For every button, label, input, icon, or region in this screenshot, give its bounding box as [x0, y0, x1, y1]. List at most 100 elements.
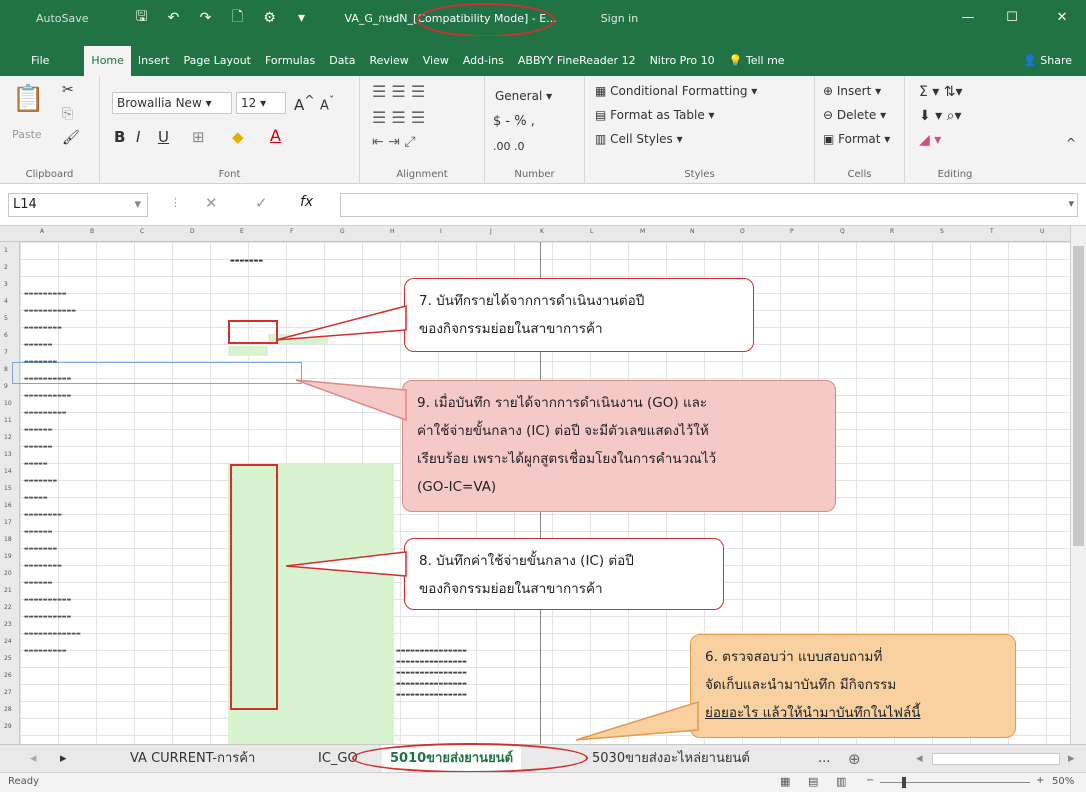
collapse-ribbon-icon[interactable]: ^ — [1066, 136, 1076, 150]
row-header[interactable]: 25 — [4, 655, 12, 662]
row-header[interactable]: 17 — [4, 519, 12, 526]
delete-cells-button[interactable]: ⊖ Delete ▾ — [823, 108, 886, 122]
number-format-select[interactable]: General ▾ — [491, 86, 579, 108]
confirm-formula-icon[interactable]: ✓ — [255, 194, 268, 212]
align-left-icon[interactable]: ☰ ☰ ☰ — [372, 108, 425, 127]
row-header[interactable]: 14 — [4, 468, 12, 475]
undo-icon[interactable]: ↶ — [161, 10, 187, 26]
decrease-font-icon[interactable]: Aˇ — [320, 94, 334, 113]
row-header[interactable]: 26 — [4, 672, 12, 679]
sheet-tab-va-current[interactable]: VA CURRENT-การค้า — [130, 745, 255, 773]
row-header[interactable]: 13 — [4, 451, 12, 458]
qat-dropdown-icon[interactable]: ▾ — [289, 10, 315, 26]
vertical-scrollbar[interactable] — [1070, 226, 1086, 744]
row-header[interactable]: 19 — [4, 553, 12, 560]
row-header[interactable]: 2 — [4, 264, 8, 271]
maximize-icon[interactable]: ☐ — [990, 0, 1034, 36]
percent-icon[interactable]: $ - % , — [493, 114, 535, 129]
cut-icon[interactable]: ✂ — [62, 82, 74, 98]
name-box[interactable]: L14 ▾ — [8, 193, 148, 217]
share-button[interactable]: 👤 Share — [1023, 46, 1072, 76]
font-name-select[interactable]: Browallia New ▾ — [112, 92, 232, 114]
zoom-level[interactable]: 50% — [1052, 776, 1074, 787]
tab-home[interactable]: Home — [84, 46, 131, 76]
indent-icon[interactable]: ⇤ ⇥ ⤢ — [372, 134, 416, 150]
column-header[interactable]: P — [790, 228, 794, 235]
column-header[interactable]: C — [140, 228, 144, 235]
tab-view[interactable]: View — [416, 46, 456, 76]
column-header[interactable]: S — [940, 228, 944, 235]
fill-color-icon[interactable]: ◆ — [232, 128, 244, 146]
bold-button[interactable]: B — [114, 128, 125, 146]
insert-cells-button[interactable]: ⊕ Insert ▾ — [823, 84, 881, 98]
row-header[interactable]: 15 — [4, 485, 12, 492]
page-break-view-icon[interactable]: ▥ — [836, 775, 846, 788]
row-header[interactable]: 16 — [4, 502, 12, 509]
format-painter-icon[interactable]: 🖌 — [62, 130, 80, 146]
row-header[interactable]: 28 — [4, 706, 12, 713]
increase-font-icon[interactable]: A^ — [294, 92, 315, 114]
tab-page-layout[interactable]: Page Layout — [176, 46, 258, 76]
row-header[interactable]: 8 — [4, 366, 8, 373]
cell-styles-button[interactable]: ▥ Cell Styles ▾ — [595, 132, 683, 146]
redo-icon[interactable]: ↷ — [193, 10, 219, 26]
row-header[interactable]: 3 — [4, 281, 8, 288]
column-header[interactable]: F — [290, 228, 293, 235]
row-header[interactable]: 21 — [4, 587, 12, 594]
italic-button[interactable]: I — [136, 128, 140, 146]
row-header[interactable]: 20 — [4, 570, 12, 577]
column-header[interactable]: M — [640, 228, 645, 235]
row-header[interactable]: 5 — [4, 315, 8, 322]
zoom-in-icon[interactable]: + — [1036, 775, 1044, 786]
minimize-icon[interactable]: — — [946, 0, 990, 36]
tab-add-ins[interactable]: Add-ins — [456, 46, 511, 76]
row-header[interactable]: 24 — [4, 638, 12, 645]
conditional-formatting-button[interactable]: ▦ Conditional Formatting ▾ — [595, 84, 757, 98]
insert-function-icon[interactable]: fx — [300, 194, 313, 210]
column-header[interactable]: G — [340, 228, 345, 235]
add-sheet-icon[interactable]: ⊕ — [848, 745, 861, 773]
worksheet[interactable]: ABCDEFGHIJKLMNOPQRSTU 1 2 3 4 5 6 7 8 9 10 11 12 13 1… — [0, 226, 1086, 744]
prev-sheet-icon[interactable]: ◂ — [30, 745, 37, 773]
column-header[interactable]: T — [990, 228, 994, 235]
column-header[interactable]: O — [740, 228, 745, 235]
hscroll-right-icon[interactable]: ▸ — [1068, 745, 1075, 773]
hscroll-left-icon[interactable]: ◂ — [916, 745, 923, 773]
name-box-dropdown-icon[interactable]: ▾ — [134, 194, 141, 216]
borders-icon[interactable]: ⊞ — [192, 128, 205, 146]
horizontal-scrollbar[interactable] — [932, 753, 1060, 765]
row-header[interactable]: 29 — [4, 723, 12, 730]
column-header[interactable]: A — [40, 228, 44, 235]
row-header[interactable]: 11 — [4, 417, 12, 424]
formula-input[interactable] — [340, 193, 1078, 217]
row-header[interactable]: 7 — [4, 349, 8, 356]
column-header[interactable]: L — [590, 228, 593, 235]
copy-icon[interactable]: ⎘ — [62, 106, 73, 122]
font-color-icon[interactable]: A — [270, 126, 281, 145]
page-layout-view-icon[interactable]: ▤ — [808, 775, 818, 788]
print-preview-icon[interactable]: 🗋 — [225, 6, 251, 30]
column-header[interactable]: R — [890, 228, 894, 235]
font-size-select[interactable]: 12 ▾ — [236, 92, 286, 114]
tab-nitro[interactable]: Nitro Pro 10 — [643, 46, 722, 76]
row-header[interactable]: 23 — [4, 621, 12, 628]
column-header[interactable]: D — [190, 228, 195, 235]
row-header[interactable]: 12 — [4, 434, 12, 441]
zoom-slider-thumb[interactable] — [902, 777, 906, 788]
zoom-out-icon[interactable]: − — [866, 775, 874, 786]
save-icon[interactable]: 🖫 — [129, 6, 155, 30]
sign-in-link[interactable]: Sign in — [601, 12, 639, 25]
sheet-tab-5030[interactable]: 5030ขายส่งอะไหล่ยานยนต์ — [592, 745, 750, 773]
tab-file[interactable]: File — [24, 46, 56, 76]
column-header[interactable]: K — [540, 228, 544, 235]
align-top-icon[interactable]: ☰ ☰ ☰ — [372, 82, 425, 101]
column-header[interactable]: N — [690, 228, 695, 235]
autosave-toggle[interactable]: AutoSave — [36, 12, 89, 25]
column-header[interactable]: J — [490, 228, 492, 235]
cancel-formula-icon[interactable]: ✕ — [205, 194, 218, 212]
row-header[interactable]: 18 — [4, 536, 12, 543]
underline-button[interactable]: U — [158, 128, 169, 146]
column-header[interactable]: E — [240, 228, 244, 235]
column-header[interactable]: B — [90, 228, 94, 235]
tab-formulas[interactable]: Formulas — [258, 46, 322, 76]
